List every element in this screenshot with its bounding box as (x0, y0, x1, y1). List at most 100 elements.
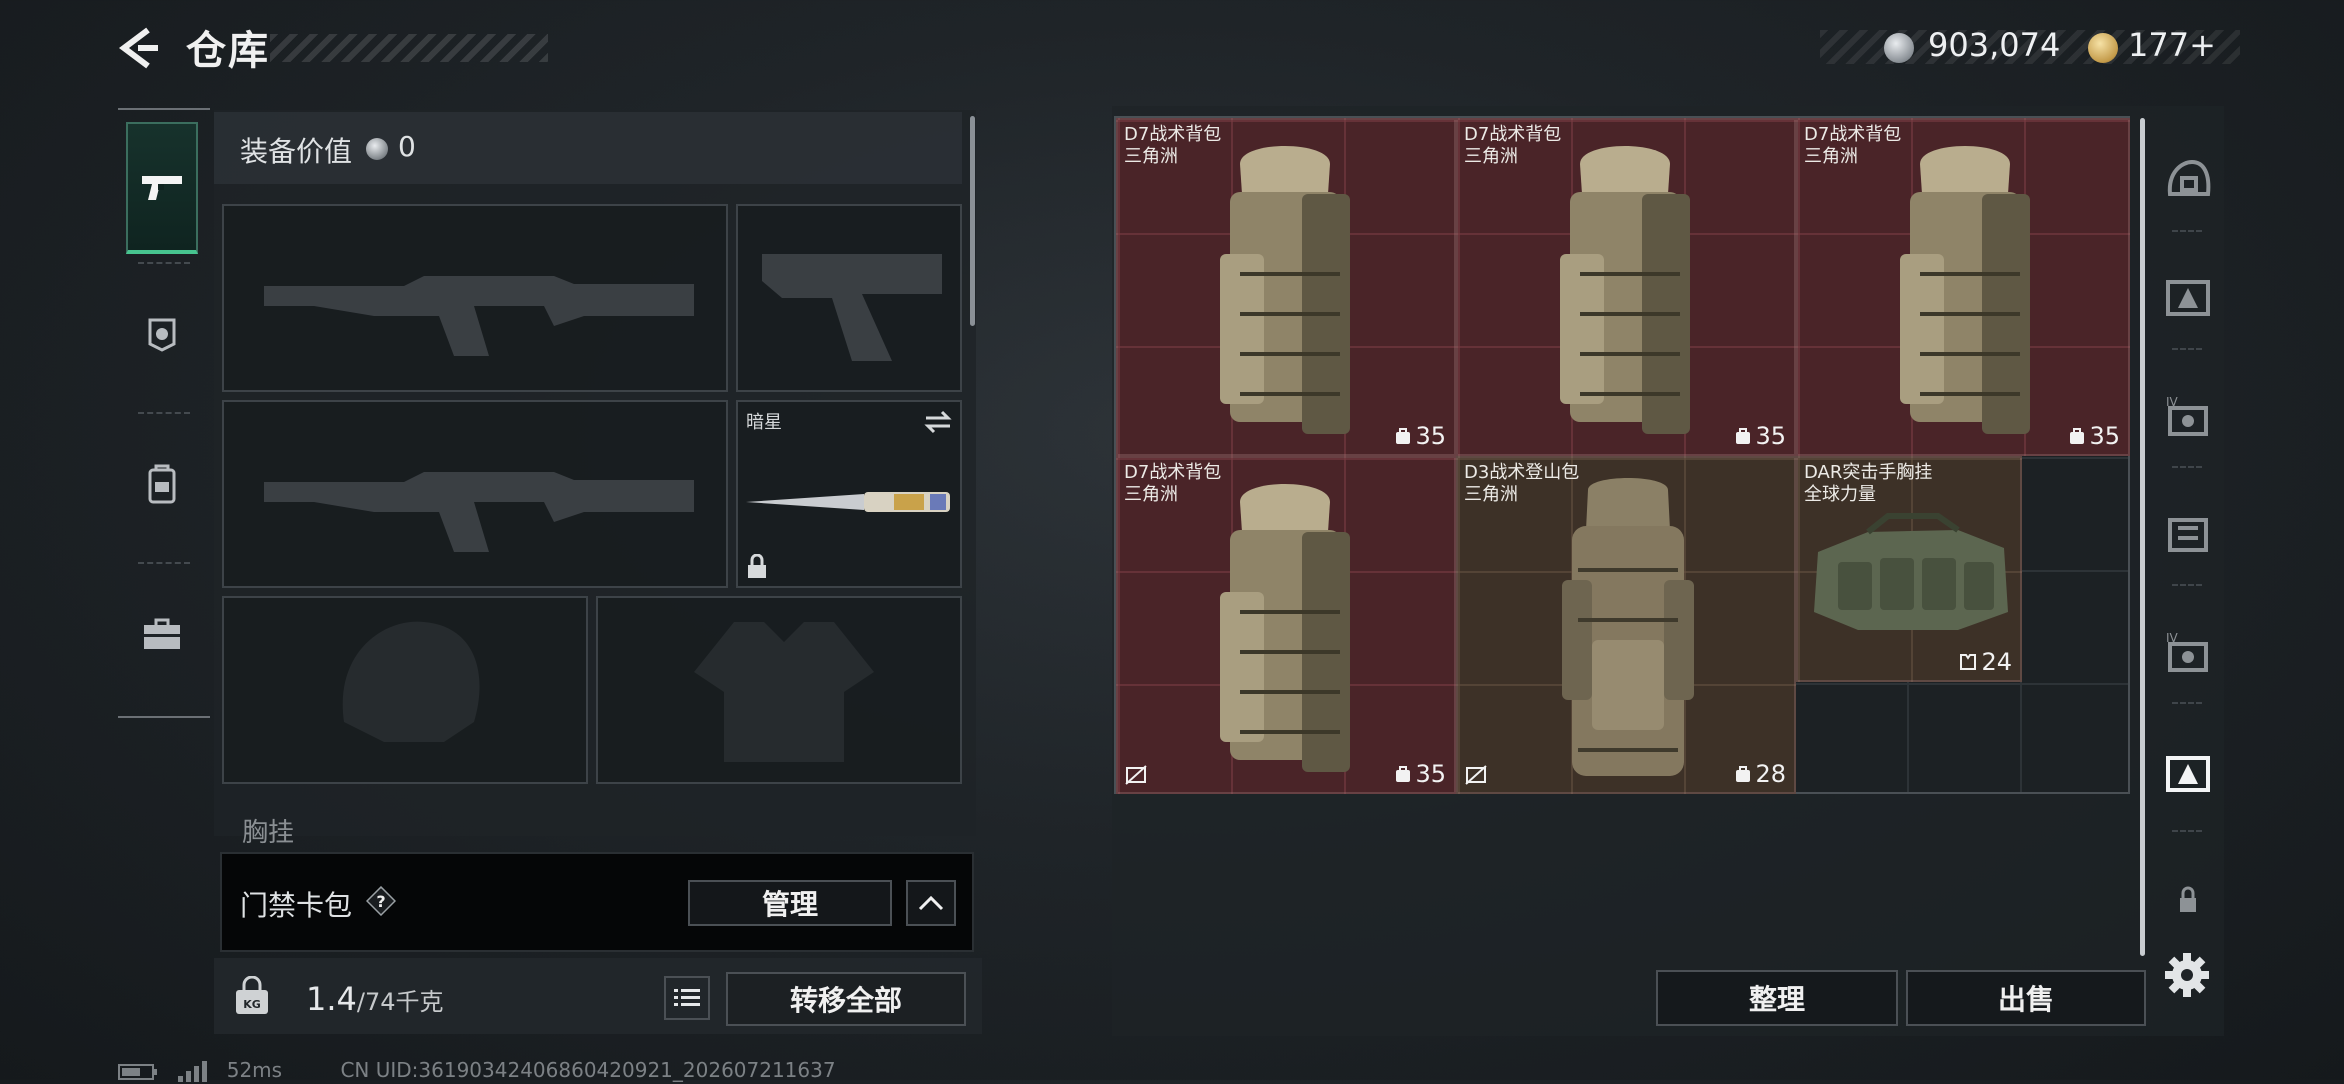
nav-item-backpack[interactable] (126, 418, 198, 550)
sell-button[interactable]: 出售 (1906, 970, 2146, 1026)
item-faction: 全球力量 (1804, 484, 1876, 505)
rail-divider (2172, 830, 2202, 832)
rail-divider (2172, 230, 2202, 232)
secondary-weapon-slot[interactable] (222, 400, 728, 588)
nav-divider (138, 262, 190, 264)
storage-item[interactable]: D7战术背包 三角洲 35 (1456, 118, 1796, 456)
title-decoration (270, 34, 548, 62)
armor-iv-icon[interactable]: IV (2164, 392, 2212, 440)
storage-scrollbar[interactable] (2140, 118, 2145, 956)
uid-text: CN UID:361903424068604209​21_20260721163… (340, 1058, 836, 1082)
armor-iv-icon-2[interactable]: IV (2164, 628, 2212, 676)
storage-item[interactable]: D3战术登山包 三角洲 28 (1456, 456, 1796, 794)
nav-divider (138, 412, 190, 414)
backpack-capacity-icon (1736, 766, 1751, 782)
chest-rig-icon (1814, 513, 2008, 630)
gold-balance[interactable]: 177+ (2128, 26, 2216, 64)
item-capacity: 35 (1395, 760, 1446, 788)
item-name: D7战术背包 (1124, 462, 1222, 483)
rail-divider (2172, 584, 2202, 586)
item-capacity: 35 (2069, 422, 2120, 450)
weight-max: /74千克 (356, 988, 444, 1016)
silver-coin-icon (366, 138, 388, 160)
sidearm-slot[interactable] (736, 204, 962, 392)
gold-coin-icon (2088, 33, 2118, 63)
storage-item[interactable]: D7战术背包 三角洲 35 (1116, 118, 1456, 456)
item-capacity-value: 35 (2089, 422, 2120, 450)
item-faction: 三角洲 (1464, 484, 1518, 505)
rig-icon[interactable] (2164, 510, 2212, 558)
item-faction: 三角洲 (1804, 146, 1858, 167)
knife-icon (746, 492, 950, 512)
item-capacity: 35 (1395, 422, 1446, 450)
tactical-backpack-icon (1220, 146, 1350, 434)
helmet-icon[interactable] (2164, 156, 2212, 204)
collapse-button[interactable] (906, 880, 956, 926)
primary-weapon-slot[interactable] (222, 204, 728, 392)
climbing-backpack-icon (1562, 478, 1694, 776)
armor-tier-icon[interactable] (2164, 274, 2212, 322)
nav-item-weapons[interactable] (126, 122, 198, 254)
tactical-backpack-icon (1220, 484, 1350, 772)
no-insure-icon (1465, 765, 1487, 785)
armor-icon (148, 318, 176, 352)
list-view-button[interactable] (664, 976, 710, 1020)
ping-value: 52ms (226, 1058, 283, 1082)
weight-icon: KG (236, 976, 268, 1014)
chevron-up-icon (918, 895, 944, 911)
help-icon[interactable]: ? (366, 886, 396, 916)
item-capacity: 35 (1735, 422, 1786, 450)
melee-slot[interactable]: 暗星 (736, 400, 962, 588)
transfer-all-button[interactable]: 转移全部 (726, 972, 966, 1026)
item-name: D7战术背包 (1464, 124, 1562, 145)
storage-item[interactable]: DAR突击手胸挂 全球力量 24 (1796, 456, 2022, 682)
silver-balance: 903,074 (1928, 26, 2061, 64)
lock-icon[interactable] (2164, 876, 2212, 924)
item-faction: 三角洲 (1464, 146, 1518, 167)
manage-button[interactable]: 管理 (688, 880, 892, 926)
loadout-scrollbar[interactable] (970, 116, 975, 326)
helmet-silhouette-icon (342, 621, 480, 742)
rail-divider (2172, 348, 2202, 350)
swap-icon[interactable] (924, 410, 952, 434)
weight-readout: 1.4/74千克 (306, 980, 444, 1018)
backpack-capacity-icon (1396, 428, 1411, 444)
helmet-slot[interactable] (222, 596, 588, 784)
chest-rig-slot-label: 胸挂 (242, 818, 295, 848)
help-glyph: ? (376, 892, 385, 911)
rifle-silhouette-icon (264, 472, 694, 552)
storage-tab-rail: IV IV (2150, 106, 2222, 1036)
storage-item[interactable]: D7战术背包 三角洲 35 (1796, 118, 2130, 456)
item-faction: 三角洲 (1124, 484, 1178, 505)
storage-item[interactable]: D7战术背包 三角洲 35 (1116, 456, 1456, 794)
back-arrow-icon[interactable] (118, 26, 162, 70)
backpack-capacity-icon (2070, 428, 2085, 444)
chest-rig-capacity-icon (1960, 654, 1977, 670)
loadout-category-nav (118, 108, 210, 718)
item-capacity-value: 35 (1755, 422, 1786, 450)
gear-icon[interactable] (2164, 952, 2210, 998)
tactical-backpack-icon (1900, 146, 2030, 434)
body-armor-slot[interactable] (596, 596, 962, 784)
armor-active-icon[interactable] (2164, 750, 2212, 798)
item-faction: 三角洲 (1124, 146, 1178, 167)
keycard-label: 门禁卡包 (240, 889, 353, 922)
silver-coin-icon (1884, 33, 1914, 63)
list-icon (674, 989, 700, 1006)
nav-divider (138, 562, 190, 564)
svg-text:KG: KG (243, 998, 261, 1011)
equip-value: 0 (398, 130, 416, 163)
nav-item-toolbox[interactable] (126, 568, 198, 700)
item-capacity: 28 (1735, 760, 1786, 788)
storage-grid: D7战术背包 三角洲 35 D7战术背包 三角洲 35 D7战术背包 三角洲 3… (1114, 116, 2130, 794)
item-capacity-value: 28 (1755, 760, 1786, 788)
pistol-icon (142, 176, 182, 200)
pistol-silhouette-icon (762, 254, 942, 361)
item-name: D7战术背包 (1804, 124, 1902, 145)
armor-silhouette-icon (694, 622, 874, 762)
item-capacity: 24 (1959, 648, 2012, 676)
nav-item-armor[interactable] (126, 268, 198, 400)
sort-button[interactable]: 整理 (1656, 970, 1898, 1026)
rail-divider (2172, 466, 2202, 468)
toolbox-icon (144, 618, 180, 649)
